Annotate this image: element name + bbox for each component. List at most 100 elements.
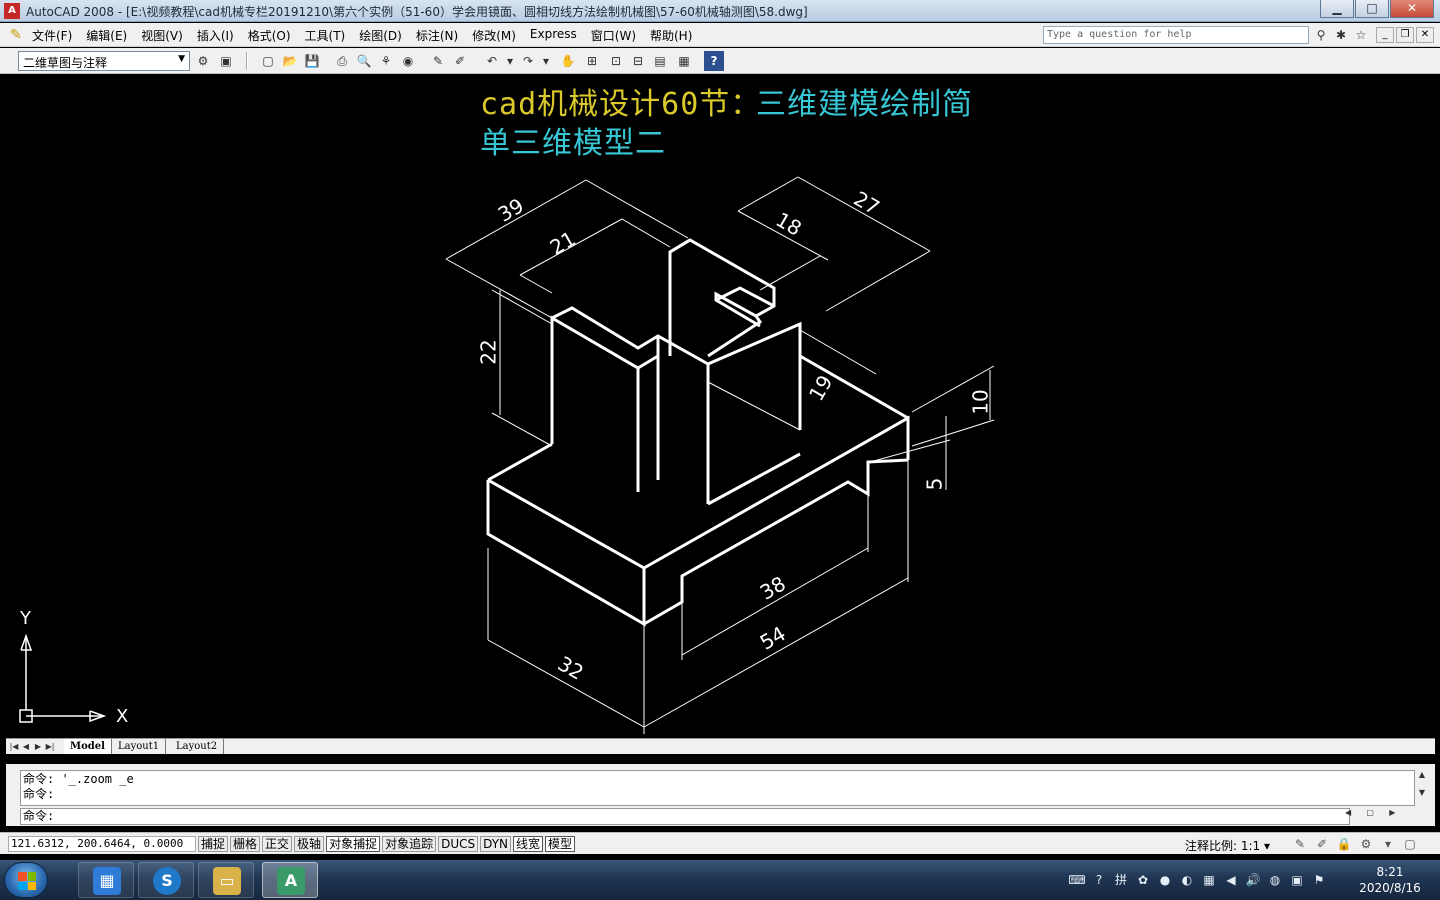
tab-layout2[interactable]: Layout2 [170,739,225,754]
doc-minimize-button[interactable]: _ [1376,27,1394,43]
doc-close-button[interactable]: ✕ [1416,27,1434,43]
command-input[interactable]: 命令: [20,808,1350,825]
start-button[interactable] [4,862,48,898]
keyboard-icon[interactable]: ⌨ [1066,871,1088,889]
annotation-visibility-icon[interactable]: ✎ [1290,836,1310,852]
open-file-icon[interactable]: 📂 [280,51,300,71]
block-editor-icon[interactable]: ✐ [450,51,470,71]
communication-center-icon[interactable]: ✱ [1332,26,1350,44]
ucs-icon [19,633,107,723]
auto-scale-icon[interactable]: ✐ [1312,836,1332,852]
mode-grid[interactable]: 栅格 [230,836,261,852]
drawing-area[interactable]: cad机械设计60节： 三维建模绘制简 单三维模型二 39 21 27 18 2… [6,76,1435,738]
action-center-icon[interactable]: ⚑ [1308,871,1330,889]
match-properties-icon[interactable]: ✎ [428,51,448,71]
command-window: 命令: '_.zoom _e 命令: ▲ ▼ 命令: ◀ ▢ ▶ [6,764,1435,826]
device-icon[interactable]: ▣ [1286,871,1308,889]
3d-dwf-icon[interactable]: ◉ [398,51,418,71]
wechat-icon[interactable]: ● [1154,871,1176,889]
qq-icon[interactable]: ◐ [1176,871,1198,889]
input-method-icon[interactable]: 拼 [1110,871,1132,889]
menu-file[interactable]: 文件(F) [32,27,72,44]
document-menu-icon[interactable]: ✎ [10,27,26,43]
tab-model[interactable]: Model [64,739,112,754]
tab-layout1[interactable]: Layout1 [112,739,167,754]
menu-window[interactable]: 窗口(W) [591,27,636,44]
workspace-save-icon[interactable]: ▣ [216,51,236,71]
menu-help[interactable]: 帮助(H) [650,27,692,44]
zoom-window-icon[interactable]: ⊡ [606,51,626,71]
menu-view[interactable]: 视图(V) [141,27,183,44]
mode-ortho[interactable]: 正交 [262,836,293,852]
flag-icon[interactable]: ◀ [1220,871,1242,889]
menu-tools[interactable]: 工具(T) [305,27,346,44]
favorites-icon[interactable]: ☆ [1352,26,1370,44]
last-tab-icon[interactable]: ▶| [44,740,56,753]
mode-polar[interactable]: 极轴 [294,836,325,852]
coordinate-display[interactable]: 121.6312, 200.6464, 0.0000 [8,836,196,852]
publish-icon[interactable]: ⚘ [376,51,396,71]
undo-icon[interactable]: ↶ [482,51,502,71]
mode-snap[interactable]: 捕捉 [198,836,229,852]
menu-edit[interactable]: 编辑(E) [86,27,127,44]
taskbar-app-sogou[interactable]: S [138,862,194,898]
redo-icon[interactable]: ↷ [518,51,538,71]
clean-screen-icon[interactable]: ▢ [1400,836,1420,852]
menu-express[interactable]: Express [530,27,577,44]
taskbar-app-explorer-tiles[interactable]: ▦ [78,862,134,898]
workspace-value: 二维草图与注释 [23,56,108,70]
document-window-controls: _ ❐ ✕ [1374,27,1434,43]
workspace-dropdown[interactable]: 二维草图与注释 ▼ [18,51,190,71]
plot-icon[interactable]: ⎙ [332,51,352,71]
grid-app-icon[interactable]: ▦ [1198,871,1220,889]
next-tab-icon[interactable]: ▶ [32,740,44,753]
zoom-previous-icon[interactable]: ⊟ [628,51,648,71]
mode-lineweight[interactable]: 线宽 [513,836,544,852]
command-hscrollbar[interactable]: ◀ ▢ ▶ [1345,808,1415,825]
menu-insert[interactable]: 插入(I) [197,27,234,44]
search-icon[interactable]: ⚲ [1312,26,1330,44]
network-icon[interactable]: ◍ [1264,871,1286,889]
window-title: AutoCAD 2008 - [E:\视频教程\cad机械专栏20191210\… [26,5,808,19]
status-menu-icon[interactable]: ▾ [1378,836,1398,852]
command-history-line: 命令: [23,787,55,801]
zoom-realtime-icon[interactable]: ⊞ [582,51,602,71]
calculator-icon[interactable]: ▦ [674,51,694,71]
plot-preview-icon[interactable]: 🔍 [354,51,374,71]
help-icon[interactable]: ? [704,51,724,71]
help-search-input[interactable]: Type a question for help [1043,26,1309,44]
properties-icon[interactable]: ▤ [650,51,670,71]
undo-dropdown-icon[interactable]: ▾ [500,51,520,71]
doc-restore-button[interactable]: ❐ [1396,27,1414,43]
tray-settings-icon[interactable]: ⚙ [1356,836,1376,852]
menu-draw[interactable]: 绘图(D) [359,27,402,44]
minimize-button[interactable]: ▁ [1320,0,1354,18]
save-icon[interactable]: 💾 [302,51,322,71]
taskbar-app-autocad[interactable]: A [262,862,318,898]
pan-realtime-icon[interactable]: ✋ [558,51,578,71]
redo-dropdown-icon[interactable]: ▾ [536,51,556,71]
workspace-settings-icon[interactable]: ⚙ [193,51,213,71]
mode-model[interactable]: 模型 [545,836,576,852]
annotation-scale[interactable]: 注释比例: 1:1 ▾ [1185,837,1270,854]
new-file-icon[interactable]: ▢ [258,51,278,71]
mode-ducs[interactable]: DUCS [438,836,479,852]
first-tab-icon[interactable]: |◀ [8,740,20,753]
help-circle-icon[interactable]: ? [1088,871,1110,889]
flower-icon[interactable]: ✿ [1132,871,1154,889]
command-scrollbar[interactable]: ▲ ▼ [1415,770,1429,806]
system-clock[interactable]: 8:21 2020/8/16 [1352,864,1428,896]
mode-osnap[interactable]: 对象捕捉 [326,836,381,852]
prev-tab-icon[interactable]: ◀ [20,740,32,753]
close-button[interactable]: ✕ [1390,0,1434,18]
lock-icon[interactable]: 🔒 [1334,836,1354,852]
volume-icon[interactable]: 🔊 [1242,871,1264,889]
maximize-button[interactable]: □ [1355,0,1389,18]
taskbar-app-file-explorer[interactable]: ▭ [198,862,254,898]
mode-dyn[interactable]: DYN [480,836,512,852]
menu-format[interactable]: 格式(O) [248,27,291,44]
menu-modify[interactable]: 修改(M) [472,27,516,44]
menu-dimension[interactable]: 标注(N) [416,27,458,44]
autocad-app-icon[interactable]: A [4,3,20,19]
mode-otrack[interactable]: 对象追踪 [382,836,437,852]
